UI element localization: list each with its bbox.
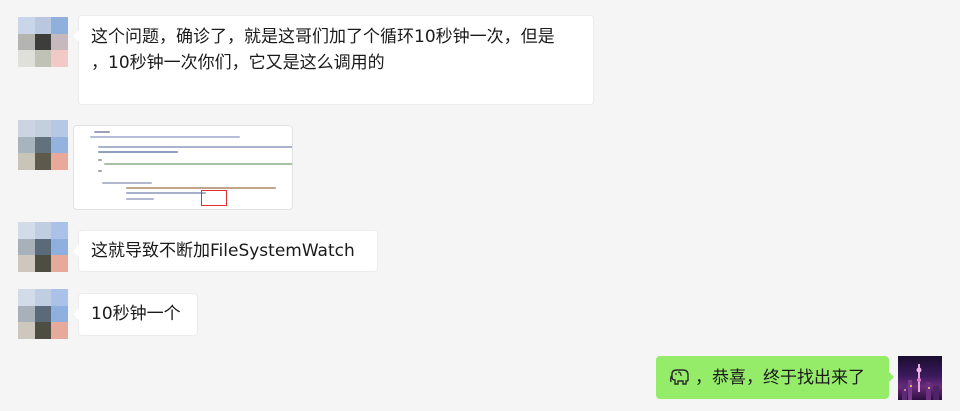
message-bubble[interactable]: 这个问题，确诊了，就是这哥们加了个循环10秒钟一次，但是 ，10秒钟一次你们，它…	[73, 15, 594, 105]
avatar[interactable]	[18, 289, 68, 339]
message-bubble[interactable]: 10秒钟一个	[73, 293, 198, 336]
message-text: 10秒钟一个	[91, 304, 181, 324]
message-bubble-outgoing[interactable]: ，恭喜，终于找出来了	[656, 356, 894, 399]
code-screenshot-image[interactable]	[73, 125, 293, 210]
highlight-box	[201, 190, 227, 206]
message-bubble[interactable]: 这就导致不断加FileSystemWatch	[73, 230, 378, 272]
message-text: ，10秒钟一次你们，它又是这么调用的	[91, 53, 385, 73]
message-text: 这就导致不断加FileSystemWatch	[91, 241, 355, 261]
message-text: 这个问题，确诊了，就是这哥们加了个循环10秒钟一次，但是	[91, 27, 555, 47]
elephant-emoji-icon	[669, 369, 689, 385]
avatar[interactable]	[18, 120, 68, 170]
avatar[interactable]	[18, 17, 68, 67]
avatar[interactable]	[18, 222, 68, 272]
message-text: ，恭喜，终于找出来了	[695, 368, 865, 388]
self-avatar[interactable]	[898, 356, 942, 400]
city-skyline-icon	[902, 364, 939, 400]
